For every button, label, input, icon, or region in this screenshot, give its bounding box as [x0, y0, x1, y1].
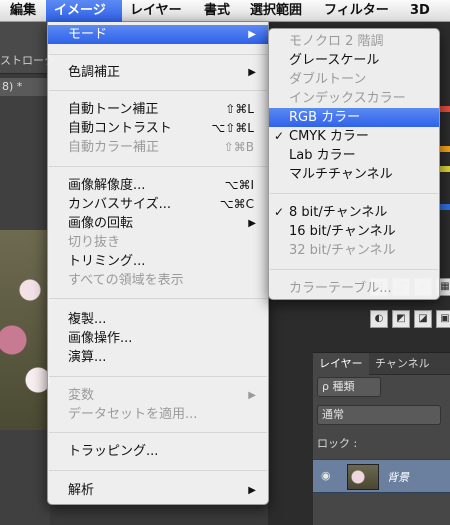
- image-menu: モード ▶ 色調補正 ▶ 自動トーン補正 ⇧⌘L 自動コントラスト ⌥⇧⌘L 自…: [47, 22, 269, 505]
- menu-select[interactable]: 選択範囲: [242, 0, 310, 22]
- menu-type[interactable]: 書式: [196, 0, 238, 22]
- submenu-item-lab-color[interactable]: Lab カラー: [269, 146, 439, 165]
- menu-item-canvas-size[interactable]: カンバスサイズ... ⌥⌘C: [48, 195, 268, 214]
- submenu-item-32bit: 32 bit/チャンネル: [289, 243, 396, 258]
- menu-item-calculations[interactable]: 演算...: [48, 348, 268, 367]
- submenu-item-indexed-color: インデックスカラー: [289, 91, 406, 106]
- invert-icon[interactable]: ◩: [392, 310, 410, 328]
- submenu-item-label: 8 bit/チャンネル: [289, 205, 388, 220]
- submenu-item-cmyk-color[interactable]: ✓ CMYK カラー: [269, 127, 439, 146]
- canvas-image: [0, 230, 50, 430]
- submenu-item-8bit[interactable]: ✓ 8 bit/チャンネル: [269, 203, 439, 222]
- document-tab[interactable]: 8) *: [0, 78, 48, 96]
- menu-item-label: 複製...: [68, 312, 107, 327]
- menu-bar: 編集 イメージ レイヤー 書式 選択範囲 フィルター 3D: [0, 0, 450, 22]
- menu-separator: [49, 376, 267, 377]
- mode-submenu: モノクロ 2 階調 グレースケール ダブルトーン インデックスカラー RGB カ…: [268, 28, 440, 300]
- menu-item-image-size[interactable]: 画像解像度... ⌥⌘I: [48, 176, 268, 195]
- submenu-item-rgb-color[interactable]: RGB カラー: [269, 108, 439, 127]
- layer-thumbnail: [347, 464, 379, 490]
- tab-channels[interactable]: チャンネル: [369, 353, 436, 375]
- menu-item-apply-data-set: データセットを適用...: [48, 405, 268, 424]
- menu-item-label: データセットを適用...: [68, 407, 198, 422]
- submenu-arrow-icon: ▶: [248, 218, 256, 229]
- menu-item-trap[interactable]: トラッピング...: [48, 442, 268, 461]
- menu-item-label: 変数: [68, 388, 95, 403]
- menu-item-label: カンバスサイズ...: [68, 197, 172, 212]
- checkmark-icon: ✓: [274, 205, 285, 219]
- shortcut-text: ⌥⌘C: [219, 197, 254, 211]
- layer-name: 背景: [387, 471, 409, 484]
- menu-item-trim[interactable]: トリミング...: [48, 252, 268, 271]
- menu-item-crop: 切り抜き: [48, 233, 268, 252]
- menu-3d[interactable]: 3D: [402, 0, 438, 22]
- menu-item-label: 演算...: [68, 350, 107, 365]
- menu-item-apply-image[interactable]: 画像操作...: [48, 329, 268, 348]
- menu-item-image-rotation[interactable]: 画像の回転 ▶: [48, 214, 268, 233]
- photo-filter-icon[interactable]: ◐: [370, 310, 388, 328]
- shortcut-text: ⇧⌘B: [223, 140, 254, 154]
- menu-filter[interactable]: フィルター: [316, 0, 397, 22]
- menu-separator: [270, 193, 438, 194]
- menu-item-label: トリミング...: [68, 254, 146, 269]
- menu-item-label: 画像解像度...: [68, 178, 146, 193]
- submenu-arrow-icon: ▶: [248, 485, 256, 496]
- menu-item-label: トラッピング...: [68, 444, 159, 459]
- menu-separator: [270, 269, 438, 270]
- menu-layer[interactable]: レイヤー: [122, 0, 190, 22]
- menu-item-auto-contrast[interactable]: 自動コントラスト ⌥⇧⌘L: [48, 119, 268, 138]
- menu-item-label: モード: [68, 27, 108, 42]
- submenu-item-16bit[interactable]: 16 bit/チャンネル: [269, 222, 439, 241]
- menu-item-label: 自動トーン補正: [68, 102, 159, 117]
- menu-separator: [49, 90, 267, 91]
- submenu-arrow-icon: ▶: [248, 67, 256, 78]
- eye-icon[interactable]: ◉: [321, 470, 333, 482]
- menu-item-variables: 変数 ▶: [48, 386, 268, 405]
- menu-item-duplicate[interactable]: 複製...: [48, 310, 268, 329]
- layers-panel-tabs: レイヤー チャンネル: [313, 353, 450, 375]
- menu-item-label: すべての領域を表示: [68, 273, 184, 288]
- submenu-item-label: CMYK カラー: [289, 129, 369, 144]
- checkmark-icon: ✓: [274, 129, 285, 143]
- menu-item-label: 解析: [68, 483, 95, 498]
- menu-item-mode[interactable]: モード ▶: [48, 25, 268, 44]
- menu-edit[interactable]: 編集: [2, 0, 44, 22]
- menu-item-label: 自動カラー補正: [68, 140, 160, 155]
- menu-item-label: 切り抜き: [68, 235, 121, 250]
- blend-mode-select[interactable]: 通常: [317, 405, 441, 425]
- submenu-item-color-table: カラーテーブル...: [289, 281, 392, 296]
- map-icon[interactable]: ▣: [436, 310, 450, 328]
- menu-item-label: 自動コントラスト: [68, 121, 172, 136]
- menu-separator: [49, 54, 267, 55]
- menu-item-auto-color: 自動カラー補正 ⇧⌘B: [48, 138, 268, 157]
- menu-item-reveal-all: すべての領域を表示: [48, 271, 268, 290]
- menu-separator: [49, 470, 267, 471]
- shortcut-text: ⇧⌘L: [225, 102, 254, 116]
- menu-item-label: 画像の回転: [68, 216, 134, 231]
- menu-item-label: 画像操作...: [68, 331, 133, 346]
- threshold-icon[interactable]: ◪: [414, 310, 432, 328]
- submenu-item-bitmap: モノクロ 2 階調: [289, 34, 384, 49]
- submenu-item-grayscale[interactable]: グレースケール: [269, 51, 439, 70]
- submenu-item-multichannel[interactable]: マルチチャンネル: [269, 165, 439, 184]
- tab-layers[interactable]: レイヤー: [313, 353, 369, 375]
- menu-item-analysis[interactable]: 解析 ▶: [48, 481, 268, 500]
- layers-panel: レイヤー チャンネル ρ 種類 通常 ロック : ◉ 背景: [313, 352, 450, 525]
- submenu-arrow-icon: ▶: [248, 390, 256, 401]
- menu-separator: [49, 166, 267, 167]
- layer-filter-select[interactable]: ρ 種類: [317, 377, 381, 397]
- shortcut-text: ⌥⇧⌘L: [211, 121, 254, 135]
- menu-item-auto-tone[interactable]: 自動トーン補正 ⇧⌘L: [48, 100, 268, 119]
- menu-separator: [49, 298, 267, 299]
- menu-separator: [49, 432, 267, 433]
- lock-label: ロック :: [317, 437, 358, 450]
- submenu-item-duotone: ダブルトーン: [289, 72, 367, 87]
- menu-item-adjustments[interactable]: 色調補正 ▶: [48, 63, 268, 82]
- layer-row-background[interactable]: ◉ 背景: [313, 459, 450, 493]
- submenu-arrow-icon: ▶: [248, 29, 256, 40]
- menu-image[interactable]: イメージ: [46, 0, 122, 22]
- menu-item-label: 色調補正: [68, 65, 121, 80]
- shortcut-text: ⌥⌘I: [224, 178, 254, 192]
